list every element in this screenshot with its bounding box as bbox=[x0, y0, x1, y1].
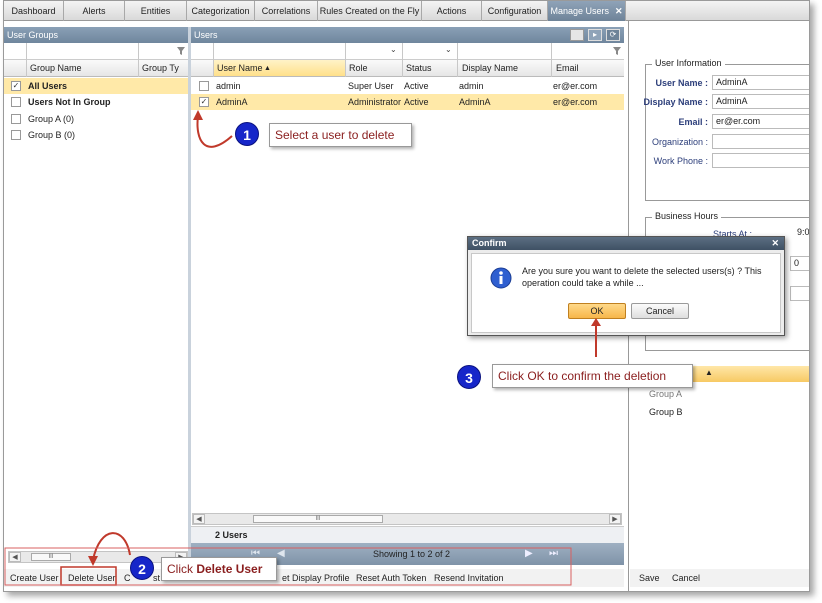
delete-user-highlight bbox=[60, 566, 117, 586]
annotation-overlay bbox=[4, 110, 601, 586]
callout-number-2: 2 bbox=[130, 556, 154, 580]
arrow-head-2 bbox=[88, 556, 98, 566]
callout-number-1: 1 bbox=[235, 122, 259, 146]
callout-text-3: Click OK to confirm the deletion bbox=[492, 364, 693, 388]
callout-text-2-bold: Delete User bbox=[196, 562, 263, 576]
callout-text-1: Select a user to delete bbox=[269, 123, 412, 147]
callout-text-2-prefix: Click bbox=[167, 562, 197, 576]
callout-arrow-2 bbox=[92, 532, 131, 561]
callout-number-3: 3 bbox=[457, 365, 481, 389]
arrow-head-1 bbox=[193, 110, 203, 120]
callout-arrow-1 bbox=[196, 115, 233, 148]
callout-text-2: Click Delete User bbox=[161, 557, 277, 581]
arrow-head-3 bbox=[591, 318, 601, 326]
